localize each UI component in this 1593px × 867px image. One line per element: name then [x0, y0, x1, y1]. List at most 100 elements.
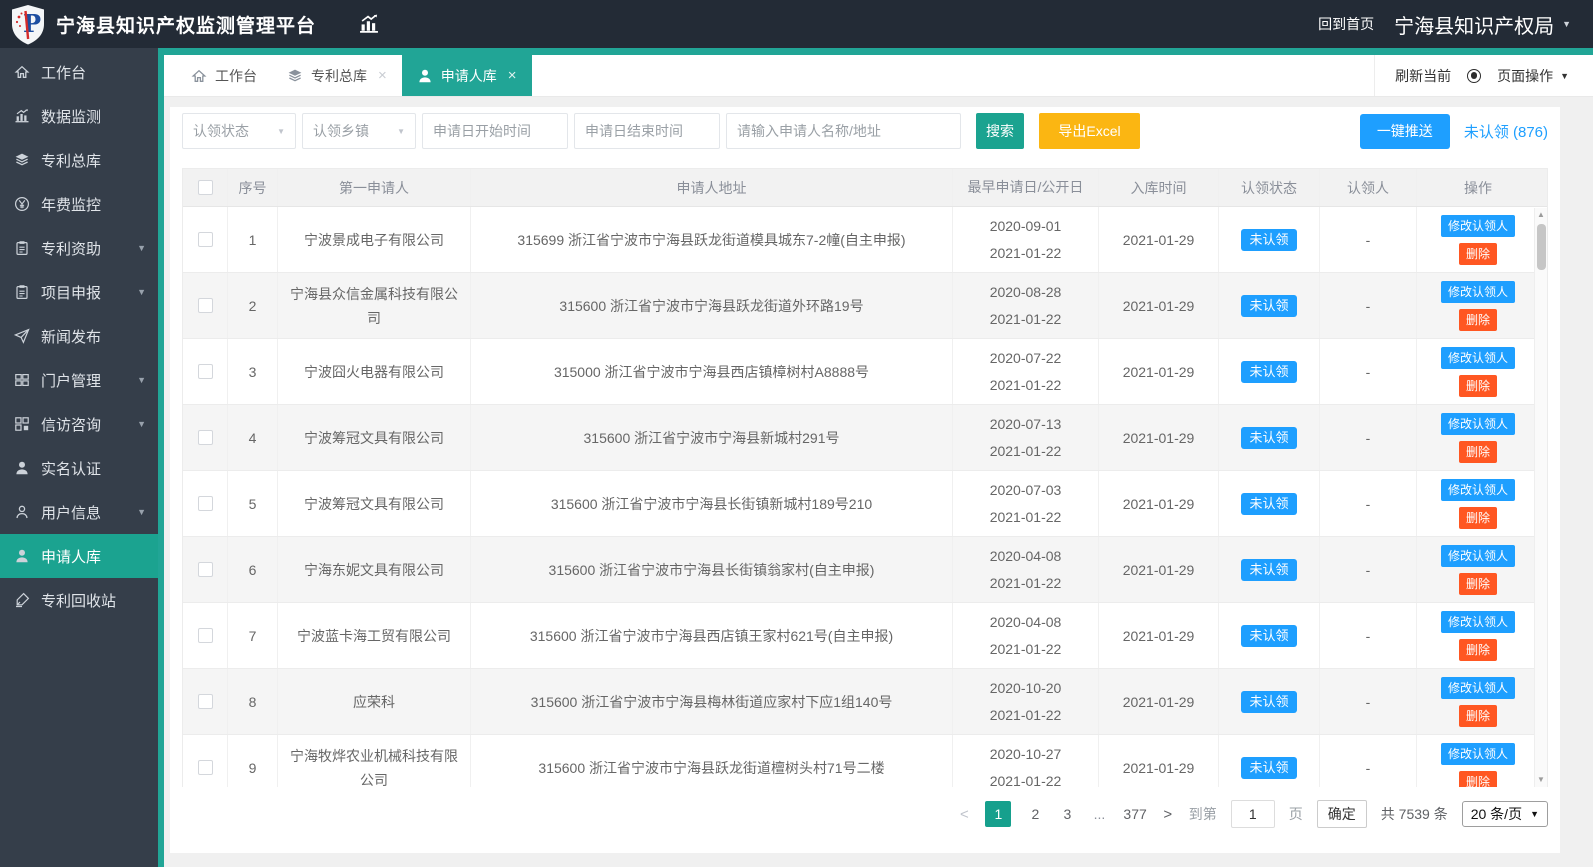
back-home-link[interactable]: 回到首页	[1318, 14, 1374, 34]
prev-page-button[interactable]: <	[957, 806, 971, 823]
layers-icon	[287, 68, 303, 84]
sidebar-item-petition[interactable]: 信访咨询 ▼	[0, 402, 158, 446]
home-icon	[191, 68, 207, 84]
sidebar-item-patent-db[interactable]: 专利总库 ▼	[0, 138, 158, 182]
col-header-claimer: 认领人	[1320, 169, 1417, 206]
page-button-377[interactable]: 377	[1123, 806, 1146, 822]
edit-claimer-button[interactable]: 修改认领人	[1440, 544, 1515, 567]
edit-claimer-button[interactable]: 修改认领人	[1440, 346, 1515, 369]
col-header-stored: 入库时间	[1099, 169, 1219, 206]
sidebar-item-annual-fee[interactable]: 年费监控 ▼	[0, 182, 158, 226]
delete-button[interactable]: 删除	[1458, 374, 1497, 397]
sidebar-item-label: 专利总库	[41, 152, 102, 170]
sidebar-item-realname-auth[interactable]: 实名认证 ▼	[0, 446, 158, 490]
chart-icon	[14, 108, 31, 124]
tab-patent-db[interactable]: 专利总库 ×	[272, 55, 402, 96]
cell-index: 7	[228, 603, 278, 668]
col-header-status: 认领状态	[1219, 169, 1320, 206]
row-checkbox[interactable]	[197, 628, 213, 643]
sidebar-item-data-monitor[interactable]: 数据监测 ▼	[0, 94, 158, 138]
page-button-2[interactable]: 2	[1027, 806, 1043, 822]
brush-icon	[14, 592, 31, 608]
delete-button[interactable]: 删除	[1458, 440, 1497, 463]
select-all-checkbox[interactable]	[197, 180, 213, 195]
tab-close-icon[interactable]: ×	[508, 67, 517, 84]
next-page-button[interactable]: >	[1161, 806, 1175, 823]
delete-button[interactable]: 删除	[1458, 704, 1497, 727]
cell-applicant: 宁波囧火电器有限公司	[278, 339, 471, 404]
filing-date: 2020-04-08	[989, 613, 1062, 630]
refresh-current-link[interactable]: 刷新当前	[1395, 66, 1451, 86]
delete-button[interactable]: 删除	[1458, 572, 1497, 595]
sidebar-item-patent-recycle[interactable]: 专利回收站 ▼	[0, 578, 158, 622]
edit-claimer-button[interactable]: 修改认领人	[1440, 280, 1515, 303]
date-start-input[interactable]	[422, 113, 568, 149]
sidebar-item-user-info[interactable]: 用户信息 ▼	[0, 490, 158, 534]
town-select[interactable]: 认领乡镇 ▼	[302, 113, 416, 149]
publish-date: 2021-01-22	[989, 706, 1062, 723]
row-checkbox[interactable]	[197, 562, 213, 577]
sidebar-item-label: 专利资助	[41, 240, 102, 258]
goto-page-input[interactable]	[1230, 800, 1275, 828]
date-end-input[interactable]	[574, 113, 720, 149]
keyword-input[interactable]	[726, 113, 961, 149]
sidebar-item-workbench[interactable]: 工作台 ▼	[0, 50, 158, 94]
sidebar-item-portal-mgmt[interactable]: 门户管理 ▼	[0, 358, 158, 402]
goto-confirm-button[interactable]: 确定	[1316, 800, 1367, 828]
sidebar-item-applicant-db[interactable]: 申请人库 ▼	[0, 534, 158, 578]
layers-icon	[14, 152, 31, 168]
delete-button[interactable]: 删除	[1458, 308, 1497, 331]
row-checkbox[interactable]	[197, 232, 213, 247]
home-icon	[14, 64, 31, 80]
edit-claimer-button[interactable]: 修改认领人	[1440, 742, 1515, 765]
page-button-1[interactable]: 1	[985, 801, 1012, 827]
filing-date: 2020-08-28	[989, 283, 1062, 300]
edit-claimer-button[interactable]: 修改认领人	[1440, 412, 1515, 435]
sidebar-item-patent-subsidy[interactable]: 专利资助 ▼	[0, 226, 158, 270]
page-button-3[interactable]: 3	[1059, 806, 1075, 822]
delete-button[interactable]: 删除	[1458, 770, 1497, 787]
sidebar-item-news-publish[interactable]: 新闻发布 ▼	[0, 314, 158, 358]
delete-button[interactable]: 删除	[1458, 638, 1497, 661]
edit-claimer-button[interactable]: 修改认领人	[1440, 676, 1515, 699]
tab-applicant-db[interactable]: 申请人库 ×	[401, 55, 532, 96]
scroll-down-icon[interactable]: ▼	[1537, 773, 1545, 787]
scroll-up-icon[interactable]: ▲	[1537, 208, 1545, 222]
tab-label: 申请人库	[440, 67, 497, 84]
export-excel-button[interactable]: 导出Excel	[1039, 113, 1140, 149]
chevron-down-icon: ▼	[137, 507, 146, 517]
edit-claimer-button[interactable]: 修改认领人	[1440, 214, 1515, 237]
cell-claimer: -	[1320, 471, 1417, 536]
cell-stored-date: 2021-01-29	[1099, 339, 1219, 404]
cell-index: 6	[228, 537, 278, 602]
doc-icon	[14, 240, 31, 256]
cell-claimer: -	[1320, 669, 1417, 734]
row-checkbox[interactable]	[197, 694, 213, 709]
cell-claimer: -	[1320, 273, 1417, 338]
row-checkbox[interactable]	[197, 760, 213, 775]
table-row: 3 宁波囧火电器有限公司 315000 浙江省宁波市宁海县西店镇樟树村A8888…	[183, 339, 1547, 405]
tab-workbench[interactable]: 工作台 ×	[176, 55, 272, 96]
sidebar-item-label: 数据监测	[41, 108, 102, 126]
page-size-select[interactable]: 20 条/页 ▼	[1461, 801, 1548, 827]
delete-button[interactable]: 删除	[1458, 506, 1497, 529]
scrollbar-thumb[interactable]	[1536, 224, 1546, 270]
row-checkbox[interactable]	[197, 364, 213, 379]
org-menu[interactable]: 宁海县知识产权局 ▼	[1394, 10, 1571, 39]
row-checkbox[interactable]	[197, 430, 213, 445]
search-button[interactable]: 搜索	[976, 113, 1024, 149]
row-checkbox[interactable]	[197, 298, 213, 313]
cell-index: 2	[228, 273, 278, 338]
claim-status-select[interactable]: 认领状态 ▼	[182, 113, 296, 149]
push-all-button[interactable]: 一键推送	[1359, 113, 1450, 149]
page-ops-menu[interactable]: 页面操作 ▼	[1497, 66, 1569, 86]
unclaimed-count-link[interactable]: 未认领 (876)	[1464, 121, 1548, 142]
row-checkbox[interactable]	[197, 496, 213, 511]
edit-claimer-button[interactable]: 修改认领人	[1440, 610, 1515, 633]
edit-claimer-button[interactable]: 修改认领人	[1440, 478, 1515, 501]
tab-close-icon[interactable]: ×	[378, 67, 387, 84]
sidebar-item-project-apply[interactable]: 项目申报 ▼	[0, 270, 158, 314]
table-scrollbar[interactable]: ▲ ▼	[1534, 208, 1547, 787]
delete-button[interactable]: 删除	[1458, 242, 1497, 265]
cell-address: 315000 浙江省宁波市宁海县西店镇樟树村A8888号	[471, 339, 953, 404]
